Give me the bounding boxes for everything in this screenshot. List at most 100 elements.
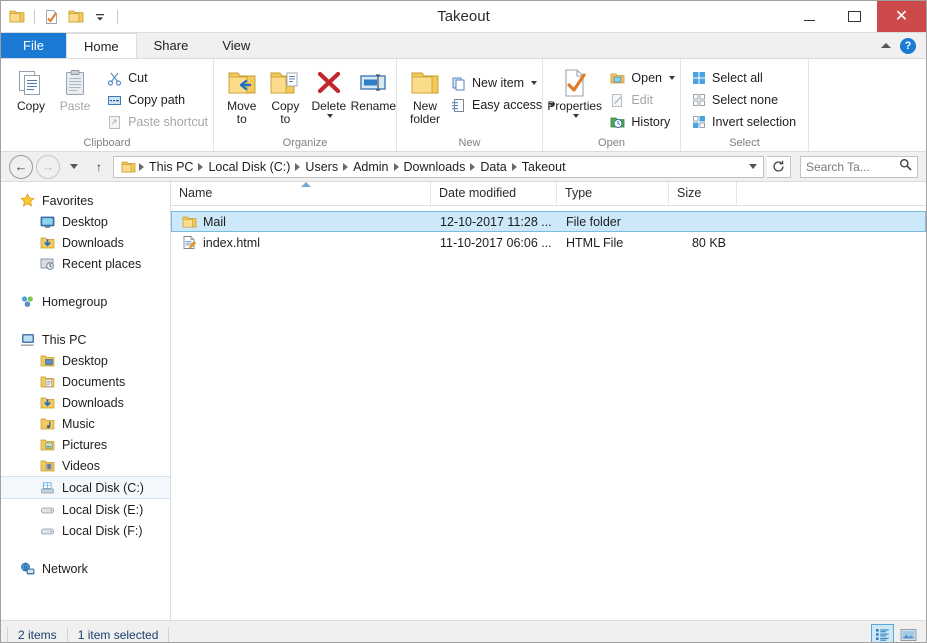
file-date-cell: 11-10-2017 06:06 ... [440,235,552,250]
invert-selection-button[interactable]: Invert selection [685,111,801,133]
paste-button[interactable]: Paste [53,63,97,113]
copy-path-button[interactable]: Copy path [101,89,213,111]
folder-desktop-icon [39,352,56,369]
sidebar-item-network[interactable]: Network [1,558,170,579]
copy-button[interactable]: Copy [9,63,53,113]
breadcrumb-item-downloads[interactable]: Downloads [399,160,471,174]
rename-button[interactable]: Rename [351,63,396,113]
selection-info-label: 1 item selected [77,627,159,642]
collapse-ribbon-icon[interactable] [881,43,891,48]
refresh-button[interactable] [767,155,791,178]
large-icons-view-button[interactable] [897,624,920,642]
sidebar-item-downloads-fav[interactable]: Downloads [1,232,170,253]
sidebar-label: Music [62,416,95,431]
tab-view[interactable]: View [205,33,268,58]
history-button[interactable]: History [604,111,680,133]
ribbon-tab-right-controls: ? [881,33,926,58]
breadcrumb-item-this-pc[interactable]: This PC [144,160,198,174]
file-name-cell: index.html [172,235,432,250]
sidebar-label: Local Disk (F:) [62,523,143,538]
open-button[interactable]: Open [604,67,680,89]
close-button[interactable]: ✕ [877,1,926,32]
status-bar: 2 items 1 item selected [1,620,926,642]
file-size-cell: 80 KB [691,235,726,250]
search-input[interactable]: Search Ta... [800,155,918,178]
help-icon[interactable]: ? [900,37,916,54]
up-button[interactable]: ↑ [88,156,110,178]
maximize-button[interactable] [832,1,877,32]
breadcrumb-item-takeout[interactable]: Takeout [517,160,571,174]
sidebar-item-downloads[interactable]: Downloads [1,392,170,413]
table-row[interactable]: index.html 11-10-2017 06:06 ... HTML Fil… [171,232,926,253]
forward-button[interactable]: → [36,154,60,179]
sidebar-label: Videos [62,458,100,473]
column-header-size[interactable]: Size [669,182,737,205]
new-item-icon [450,75,467,92]
delete-icon [314,66,344,100]
cut-button[interactable]: Cut [101,67,213,89]
new-folder-icon[interactable] [66,7,86,27]
properties-icon[interactable] [42,7,62,27]
select-none-icon [690,92,707,109]
breadcrumb-dropdown-icon[interactable] [745,164,761,169]
sidebar-item-homegroup[interactable]: Homegroup [1,291,170,312]
homegroup-icon [19,293,36,310]
new-folder-button[interactable]: New folder [409,63,441,126]
column-header-date-modified[interactable]: Date modified [431,182,557,205]
sidebar-item-local-disk-f[interactable]: Local Disk (F:) [1,520,170,541]
sidebar-label: Pictures [62,437,108,452]
back-button[interactable]: ← [9,154,33,179]
paste-shortcut-button[interactable]: Paste shortcut [101,111,213,133]
sidebar-label: Desktop [62,353,108,368]
sidebar-item-local-disk-c[interactable]: Local Disk (C:) [1,476,170,499]
customize-dropdown-icon[interactable] [90,7,110,27]
recent-locations-button[interactable] [63,156,85,178]
breadcrumb-bar[interactable]: This PC Local Disk (C:) Users Admin Down… [113,155,764,178]
ribbon-group-new: New folder New item Easy access New [397,59,556,151]
sidebar-item-desktop[interactable]: Desktop [1,350,170,371]
open-icon [609,70,626,87]
select-all-button[interactable]: Select all [685,67,801,89]
breadcrumb-item-users[interactable]: Users [300,160,343,174]
new-item-dropdown-icon[interactable] [531,81,538,85]
cut-icon [106,70,123,87]
minimize-button[interactable] [787,1,832,32]
breadcrumb-folder-icon[interactable] [118,160,139,174]
ribbon-tabs: File Home Share View ? [1,33,926,59]
delete-button[interactable]: Delete [307,63,351,118]
tab-share[interactable]: Share [136,33,206,58]
sidebar-item-local-disk-e[interactable]: Local Disk (E:) [1,499,170,520]
copy-button-label: Copy [17,99,46,113]
paste-icon [60,66,90,100]
sidebar-item-pictures[interactable]: Pictures [1,434,170,455]
sidebar-item-recent-places[interactable]: Recent places [1,253,170,274]
breadcrumb-item-local-disk-c[interactable]: Local Disk (C:) [203,160,295,174]
quick-access-toolbar [1,1,121,32]
breadcrumb-item-data[interactable]: Data [475,160,511,174]
open-dropdown-icon[interactable] [669,76,675,80]
select-none-button[interactable]: Select none [685,89,801,111]
sidebar-item-desktop-fav[interactable]: Desktop [1,211,170,232]
sidebar-item-music[interactable]: Music [1,413,170,434]
paste-shortcut-button-label: Paste shortcut [128,115,208,129]
copy-to-button[interactable]: Copy to [264,63,308,126]
properties-button[interactable]: Properties [547,63,602,118]
breadcrumb-item-admin[interactable]: Admin [348,160,393,174]
address-bar: ← → ↑ This PC Local Disk (C:) Users Admi… [1,152,926,181]
delete-dropdown-icon[interactable] [326,114,333,118]
folder-icon[interactable] [7,7,27,27]
sidebar-item-this-pc[interactable]: This PC [1,329,170,350]
column-header-name[interactable]: Name [171,182,431,205]
edit-button[interactable]: Edit [604,89,680,111]
search-icon[interactable] [899,158,912,176]
table-row[interactable]: Mail 12-10-2017 11:28 ... File folder [171,211,926,232]
details-view-button[interactable] [871,624,894,642]
properties-dropdown-icon[interactable] [572,114,579,118]
tab-file[interactable]: File [1,33,66,58]
column-header-type[interactable]: Type [557,182,669,205]
move-to-button[interactable]: Move to [220,63,264,126]
sidebar-item-favorites[interactable]: Favorites [1,190,170,211]
tab-home[interactable]: Home [65,33,137,58]
sidebar-item-videos[interactable]: Videos [1,455,170,476]
sidebar-item-documents[interactable]: Documents [1,371,170,392]
